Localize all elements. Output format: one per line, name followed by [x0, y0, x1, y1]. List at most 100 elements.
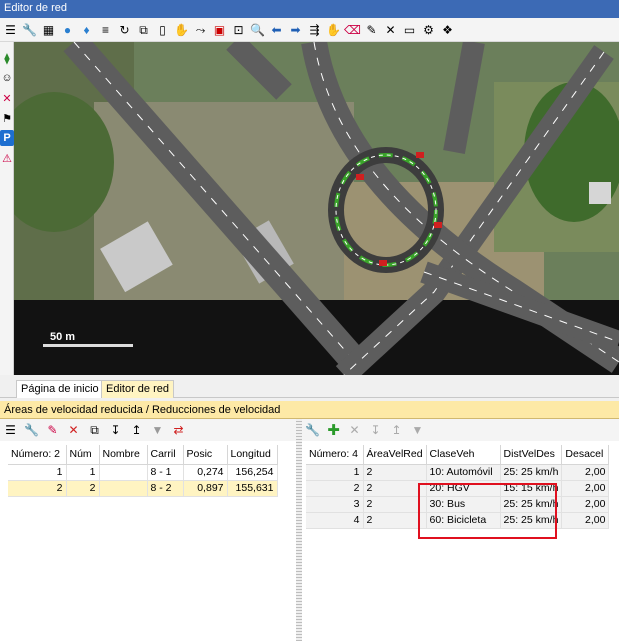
- table-row[interactable]: 1 2 10: Automóvil 25: 25 km/h 2,00: [306, 464, 610, 481]
- sort-asc-icon[interactable]: ↧: [107, 422, 124, 439]
- cell[interactable]: 0,274: [183, 464, 228, 481]
- cell[interactable]: 1: [306, 464, 364, 481]
- settings-icon[interactable]: ⚙: [420, 21, 437, 38]
- col-header[interactable]: Desacel: [561, 445, 610, 465]
- tab-home[interactable]: Página de inicio: [16, 380, 104, 398]
- cell[interactable]: 1: [8, 464, 67, 481]
- left-list-toolbar: ☰ 🔧 ✎ ✕ ⧉ ↧ ↥ ▼ ⇄: [0, 419, 296, 441]
- col-header[interactable]: Nombre: [99, 445, 148, 465]
- cell[interactable]: 2: [363, 480, 427, 497]
- parking-icon[interactable]: P: [0, 130, 14, 146]
- wrench-icon[interactable]: 🔧: [21, 21, 38, 38]
- cell[interactable]: 2: [8, 480, 67, 497]
- delete-icon[interactable]: ✕: [65, 422, 82, 439]
- sort-asc-icon[interactable]: ↧: [367, 422, 384, 439]
- col-header[interactable]: Longitud: [227, 445, 278, 465]
- tab-network-editor[interactable]: Editor de red: [101, 380, 174, 398]
- cell[interactable]: 8 - 2: [147, 480, 184, 497]
- col-header[interactable]: Posic: [183, 445, 228, 465]
- measure-icon[interactable]: ✕: [382, 21, 399, 38]
- cell[interactable]: 2,00: [561, 512, 610, 529]
- sort-desc-icon[interactable]: ↥: [128, 422, 145, 439]
- pan-icon[interactable]: ✋: [325, 21, 342, 38]
- cell[interactable]: 3: [306, 496, 364, 513]
- zoom-frame-icon[interactable]: ⊡: [230, 21, 247, 38]
- cell[interactable]: 60: Bicicleta: [426, 512, 501, 529]
- cell[interactable]: [99, 480, 148, 497]
- tool-icon[interactable]: ✎: [363, 21, 380, 38]
- forward-icon[interactable]: ➡: [287, 21, 304, 38]
- duplicate-icon[interactable]: ⧉: [86, 422, 103, 439]
- cell[interactable]: 15: 15 km/h: [500, 480, 563, 497]
- col-header[interactable]: Número: 2: [8, 445, 67, 465]
- table-row[interactable]: 1 1 8 - 1 0,274 156,254: [8, 464, 278, 481]
- sync-icon[interactable]: ⇄: [170, 422, 187, 439]
- col-header[interactable]: Núm: [66, 445, 100, 465]
- rotate-icon[interactable]: ↻: [116, 21, 133, 38]
- col-header[interactable]: Número: 4: [306, 445, 364, 465]
- sort-desc-icon[interactable]: ↥: [388, 422, 405, 439]
- list-menu-icon[interactable]: ☰: [2, 422, 19, 439]
- cell[interactable]: 2: [363, 464, 427, 481]
- cell[interactable]: 10: Automóvil: [426, 464, 501, 481]
- table-row[interactable]: 2 2 8 - 2 0,897 155,631: [8, 480, 278, 497]
- copy-icon[interactable]: ⧉: [135, 21, 152, 38]
- cell[interactable]: [99, 464, 148, 481]
- camera-icon[interactable]: ▭: [401, 21, 418, 38]
- signal-icon[interactable]: ⚑: [0, 110, 14, 126]
- cell[interactable]: 20: HGV: [426, 480, 501, 497]
- cell[interactable]: 2,00: [561, 480, 610, 497]
- list-menu-icon[interactable]: ☰: [2, 21, 19, 38]
- cell[interactable]: 2: [306, 480, 364, 497]
- back-icon[interactable]: ⬅: [268, 21, 285, 38]
- tool-sidebar: ⧫ ☺ ✕ ⚑ P ⚠: [0, 42, 14, 375]
- hand-select-icon[interactable]: ✋: [173, 21, 190, 38]
- cell[interactable]: 25: 25 km/h: [500, 512, 563, 529]
- filter-icon[interactable]: ▼: [149, 422, 166, 439]
- pedestrian-icon[interactable]: ☺: [0, 70, 14, 86]
- table-row[interactable]: 2 2 20: HGV 15: 15 km/h 2,00: [306, 480, 610, 497]
- cell[interactable]: 8 - 1: [147, 464, 184, 481]
- cell[interactable]: 0,897: [183, 480, 228, 497]
- cell[interactable]: 2,00: [561, 464, 610, 481]
- cell[interactable]: 2: [363, 496, 427, 513]
- cell[interactable]: 2,00: [561, 496, 610, 513]
- zoom-icon[interactable]: 🔍: [249, 21, 266, 38]
- connector-icon[interactable]: ✕: [0, 90, 14, 106]
- table-row[interactable]: 3 2 30: Bus 25: 25 km/h 2,00: [306, 496, 610, 513]
- network-icon[interactable]: ⇶: [306, 21, 323, 38]
- col-header[interactable]: Carril: [147, 445, 184, 465]
- cell[interactable]: 155,631: [227, 480, 278, 497]
- delete-icon[interactable]: ✕: [346, 422, 363, 439]
- cell[interactable]: 25: 25 km/h: [500, 464, 563, 481]
- cell[interactable]: 25: 25 km/h: [500, 496, 563, 513]
- cell[interactable]: 4: [306, 512, 364, 529]
- filter-icon[interactable]: ▼: [409, 422, 426, 439]
- grid-icon[interactable]: ▦: [40, 21, 57, 38]
- cell[interactable]: 30: Bus: [426, 496, 501, 513]
- frame-icon[interactable]: ▣: [211, 21, 228, 38]
- col-header[interactable]: ÁreaVelRed: [363, 445, 427, 465]
- right-table: Número: 4 ÁreaVelRed ClaseVeh DistVelDes…: [306, 445, 610, 529]
- add-icon[interactable]: ✚: [325, 422, 342, 439]
- globe-icon[interactable]: ●: [59, 21, 76, 38]
- cell[interactable]: 2: [363, 512, 427, 529]
- link-icon[interactable]: ⧫: [0, 50, 14, 66]
- col-header[interactable]: DistVelDes: [500, 445, 563, 465]
- cell[interactable]: 2: [66, 480, 100, 497]
- cell[interactable]: 1: [66, 464, 100, 481]
- wrench-icon[interactable]: 🔧: [23, 422, 40, 439]
- 3d-icon[interactable]: ❖: [439, 21, 456, 38]
- pin-icon[interactable]: ♦: [78, 21, 95, 38]
- cell[interactable]: 156,254: [227, 464, 278, 481]
- doc-icon[interactable]: ▯: [154, 21, 171, 38]
- crossing-icon[interactable]: ⚠: [0, 150, 14, 166]
- network-map[interactable]: 50 m: [14, 42, 619, 375]
- list-icon[interactable]: ≡: [97, 21, 114, 38]
- eraser-icon[interactable]: ⌫: [344, 21, 361, 38]
- wrench-icon[interactable]: 🔧: [304, 422, 321, 439]
- table-row[interactable]: 4 2 60: Bicicleta 25: 25 km/h 2,00: [306, 512, 610, 529]
- col-header[interactable]: ClaseVeh: [426, 445, 501, 465]
- edit-icon[interactable]: ✎: [44, 422, 61, 439]
- select-tool-icon[interactable]: ⤳: [192, 21, 209, 38]
